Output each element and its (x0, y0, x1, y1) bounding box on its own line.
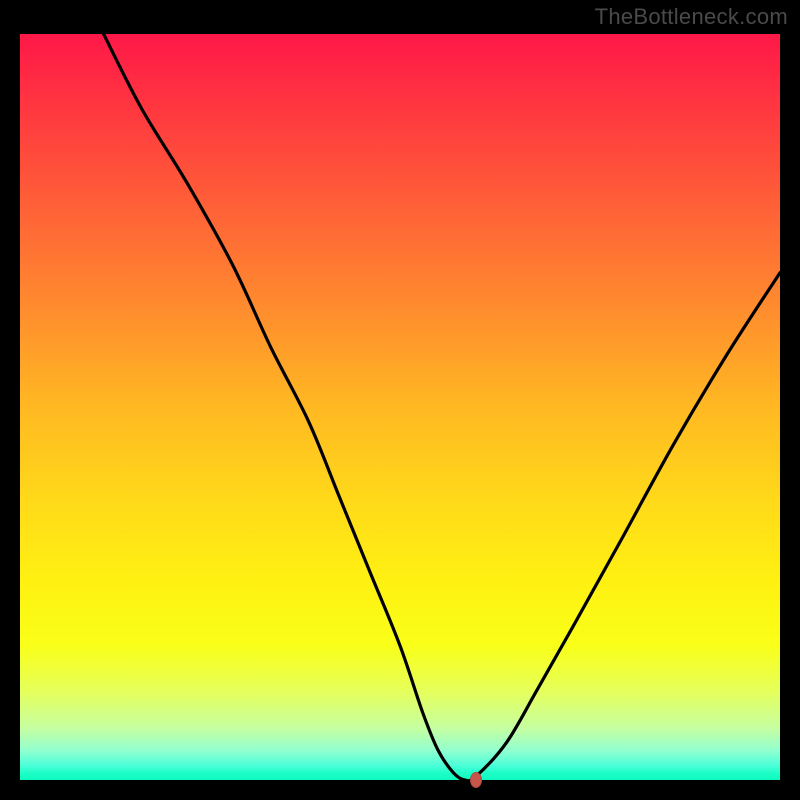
optimal-point-marker (470, 772, 482, 788)
plot-area (20, 34, 780, 780)
chart-frame: TheBottleneck.com (0, 0, 800, 800)
bottleneck-curve (20, 34, 780, 780)
watermark-text: TheBottleneck.com (595, 4, 788, 30)
